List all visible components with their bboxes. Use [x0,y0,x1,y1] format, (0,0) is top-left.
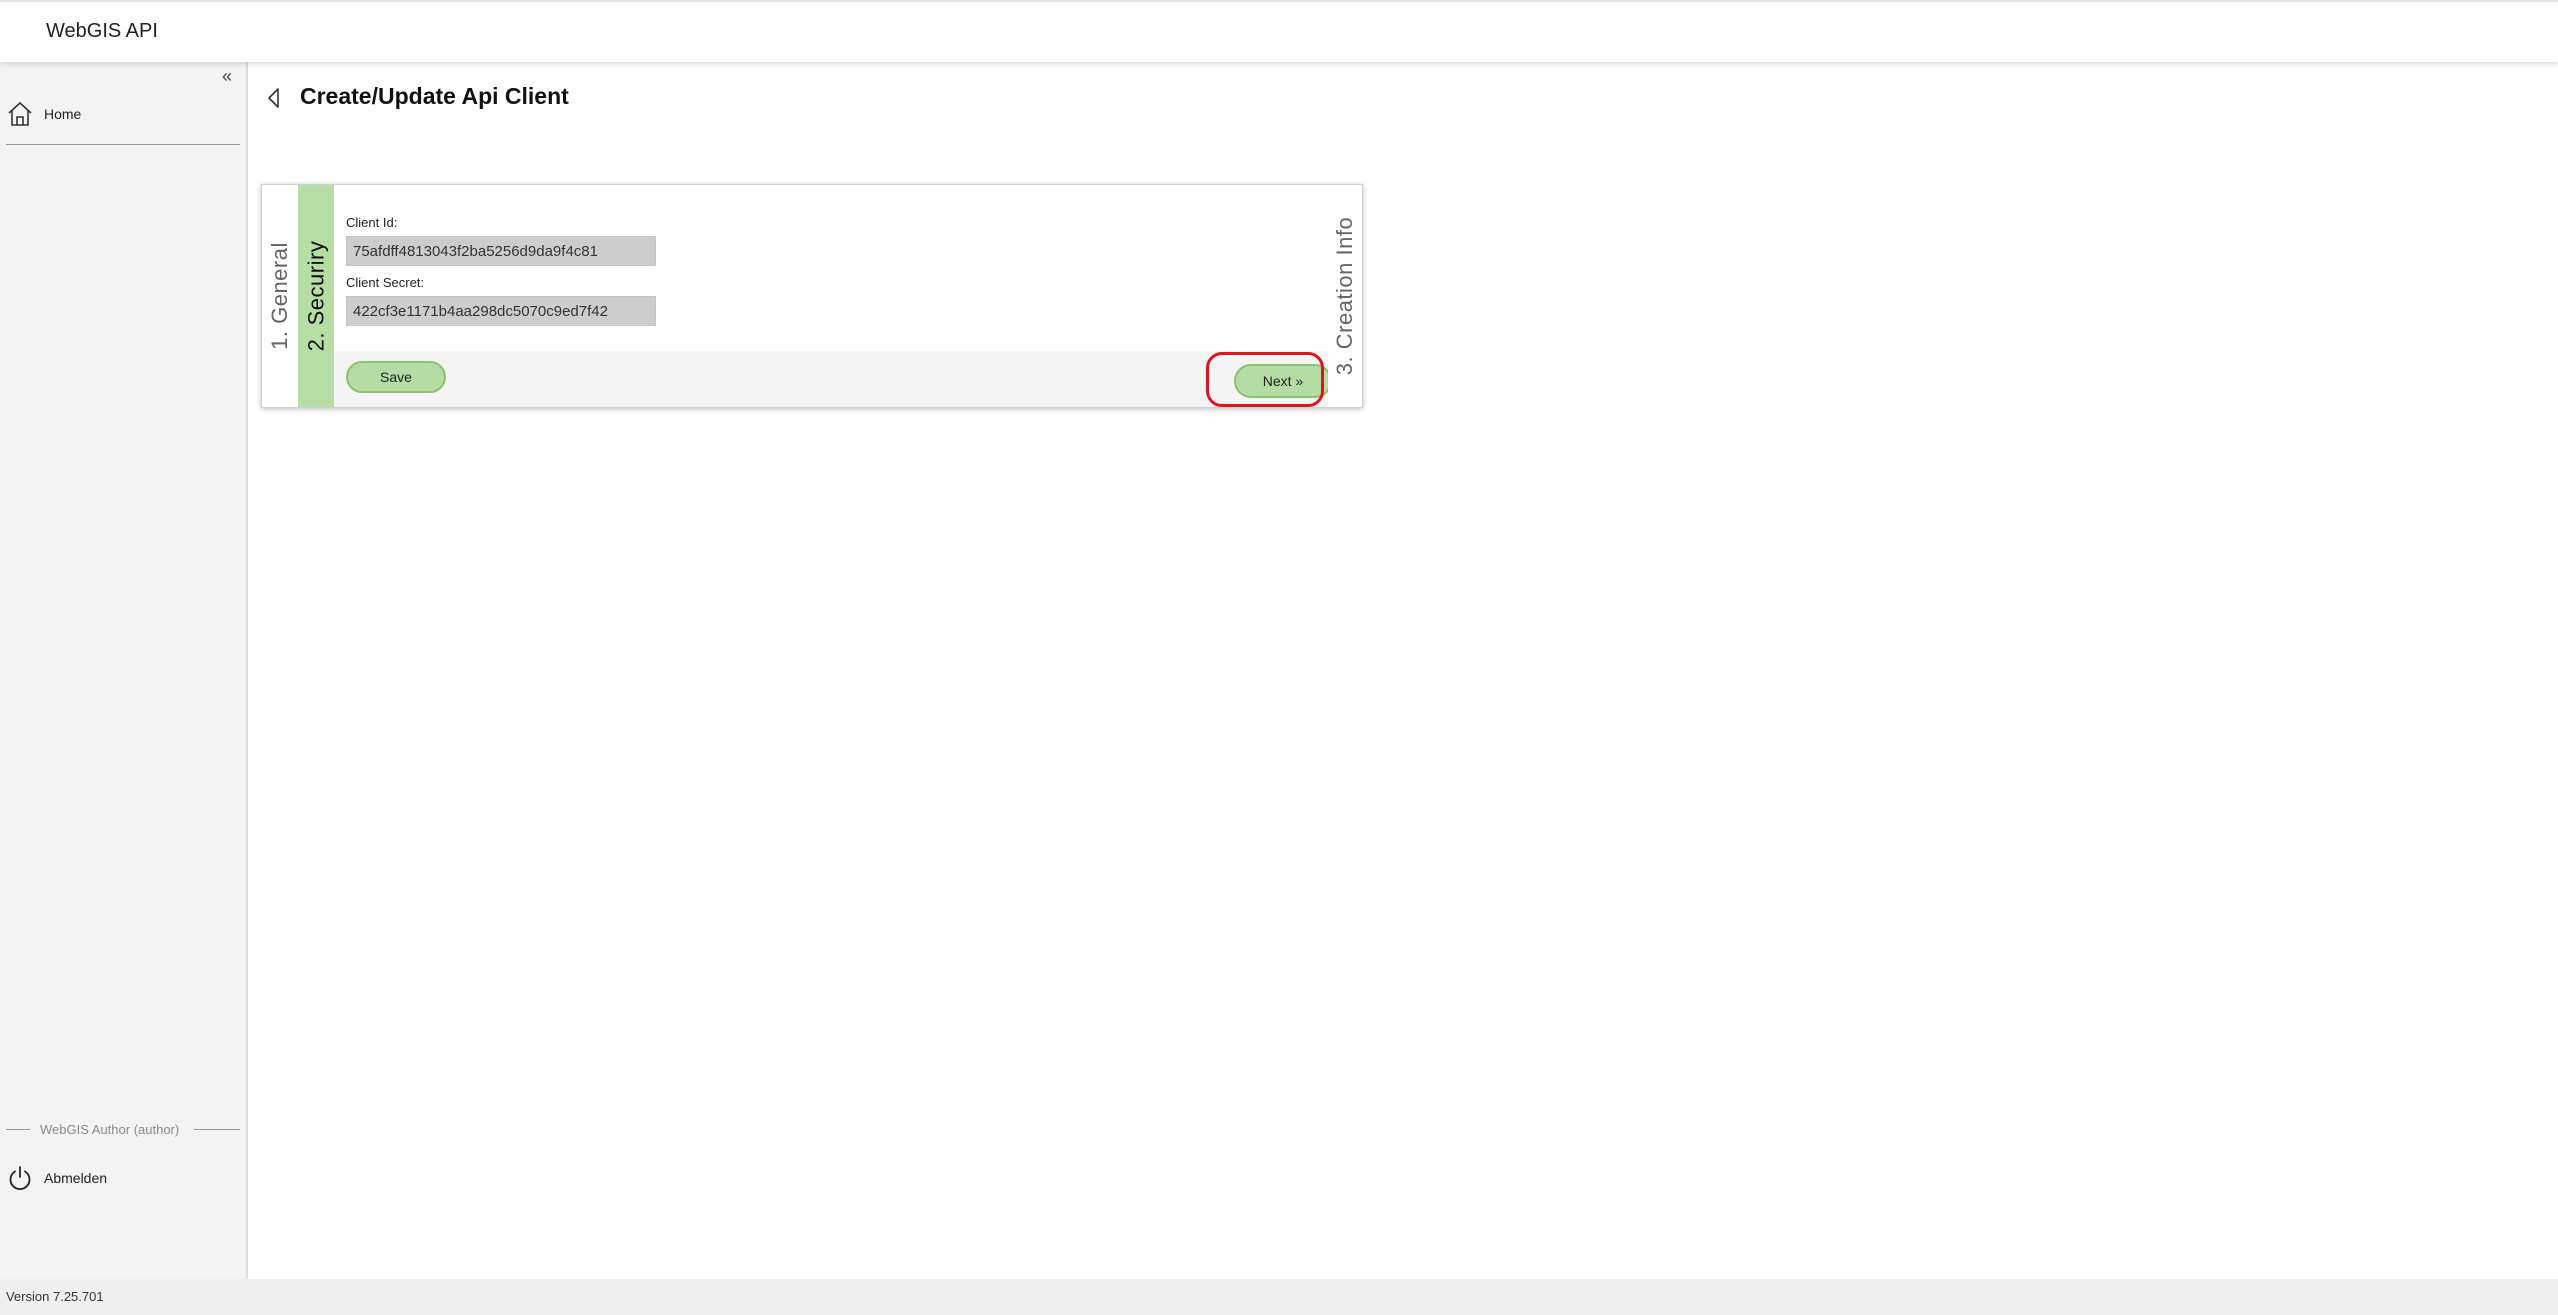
tab-security[interactable]: 2. Securiry [298,185,334,407]
app-title: WebGIS API [46,20,158,42]
user-divider-left [6,1129,30,1130]
user-label: WebGIS Author (author) [40,1122,180,1137]
tab-creation-info-label: 3. Creation Info [1332,216,1357,376]
footer: Version 7.25.701 [0,1279,2558,1315]
collapse-sidebar-button[interactable]: « [222,66,232,87]
version-label: Version 7.25.701 [6,1289,104,1304]
save-button[interactable]: Save [346,361,446,393]
tab-creation-info[interactable]: 3. Creation Info [1328,185,1362,407]
current-user: WebGIS Author (author) [6,1120,240,1140]
power-icon [6,1164,34,1192]
top-bar: WebGIS API [0,0,2558,62]
logout-button[interactable]: Abmelden [6,1164,236,1196]
sidebar-item-home[interactable]: Home [6,100,236,134]
tab-security-label: 2. Securiry [303,240,328,352]
sidebar-item-label: Home [44,106,82,122]
next-button[interactable]: Next » [1234,364,1332,398]
wizard-action-bar: Save Next » [334,351,1332,407]
page-title: Create/Update Api Client [300,83,569,109]
tab-general[interactable]: 1. General [262,185,298,407]
user-divider-right [194,1129,240,1130]
wizard-panel: 1. General 2. Securiry Client Id: Client… [261,184,1363,408]
client-secret-label: Client Secret: [346,275,425,290]
sidebar: « Home WebGIS Author (author) Abmelden [0,60,248,1279]
chevron-left-icon[interactable] [266,86,282,110]
sidebar-divider [6,144,240,145]
wizard-content: Client Id: Client Secret: Save Next » [334,185,1332,407]
client-id-field[interactable] [346,236,656,266]
home-icon [6,100,34,128]
client-id-label: Client Id: [346,215,398,230]
client-secret-field[interactable] [346,296,656,326]
tab-general-label: 1. General [267,242,293,350]
logout-label: Abmelden [44,1170,108,1186]
